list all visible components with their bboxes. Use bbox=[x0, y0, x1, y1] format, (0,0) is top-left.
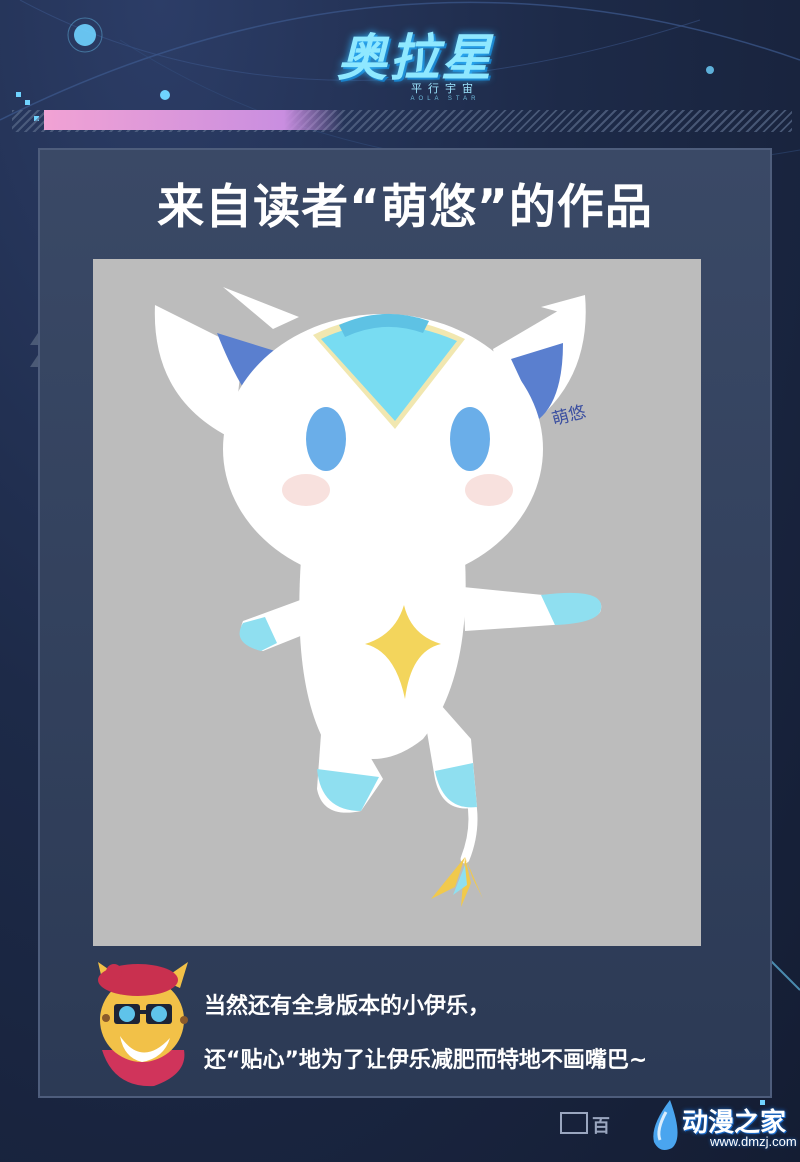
caption-line-1: 当然还有全身版本的小伊乐， bbox=[204, 994, 491, 1019]
reader-artwork: 萌悠 bbox=[93, 259, 701, 946]
water-drop-icon bbox=[653, 1100, 678, 1150]
tail-tuft bbox=[431, 857, 483, 907]
footer-brand: 百 bbox=[592, 1116, 610, 1137]
caption-line-2: 还“贴心”地为了让伊乐减肥而特地不画嘴巴~ bbox=[204, 1048, 648, 1073]
logo-subtitle: 平行宇宙 bbox=[411, 82, 479, 95]
watermark-url: www.dmzj.com bbox=[710, 1134, 797, 1149]
site-watermark: 动漫之家 www.dmzj.com bbox=[644, 1098, 797, 1154]
logo-english: AOLA STAR bbox=[410, 96, 480, 102]
game-logo: 奥拉星 平行宇宙 AOLA STAR bbox=[300, 18, 530, 108]
card-title: 来自读者“萌悠”的作品 bbox=[157, 180, 653, 235]
footer-logo bbox=[560, 1112, 588, 1134]
mascot-avatar bbox=[98, 962, 188, 1087]
creature-illustration bbox=[154, 287, 602, 907]
header-accent-bar bbox=[44, 110, 344, 130]
